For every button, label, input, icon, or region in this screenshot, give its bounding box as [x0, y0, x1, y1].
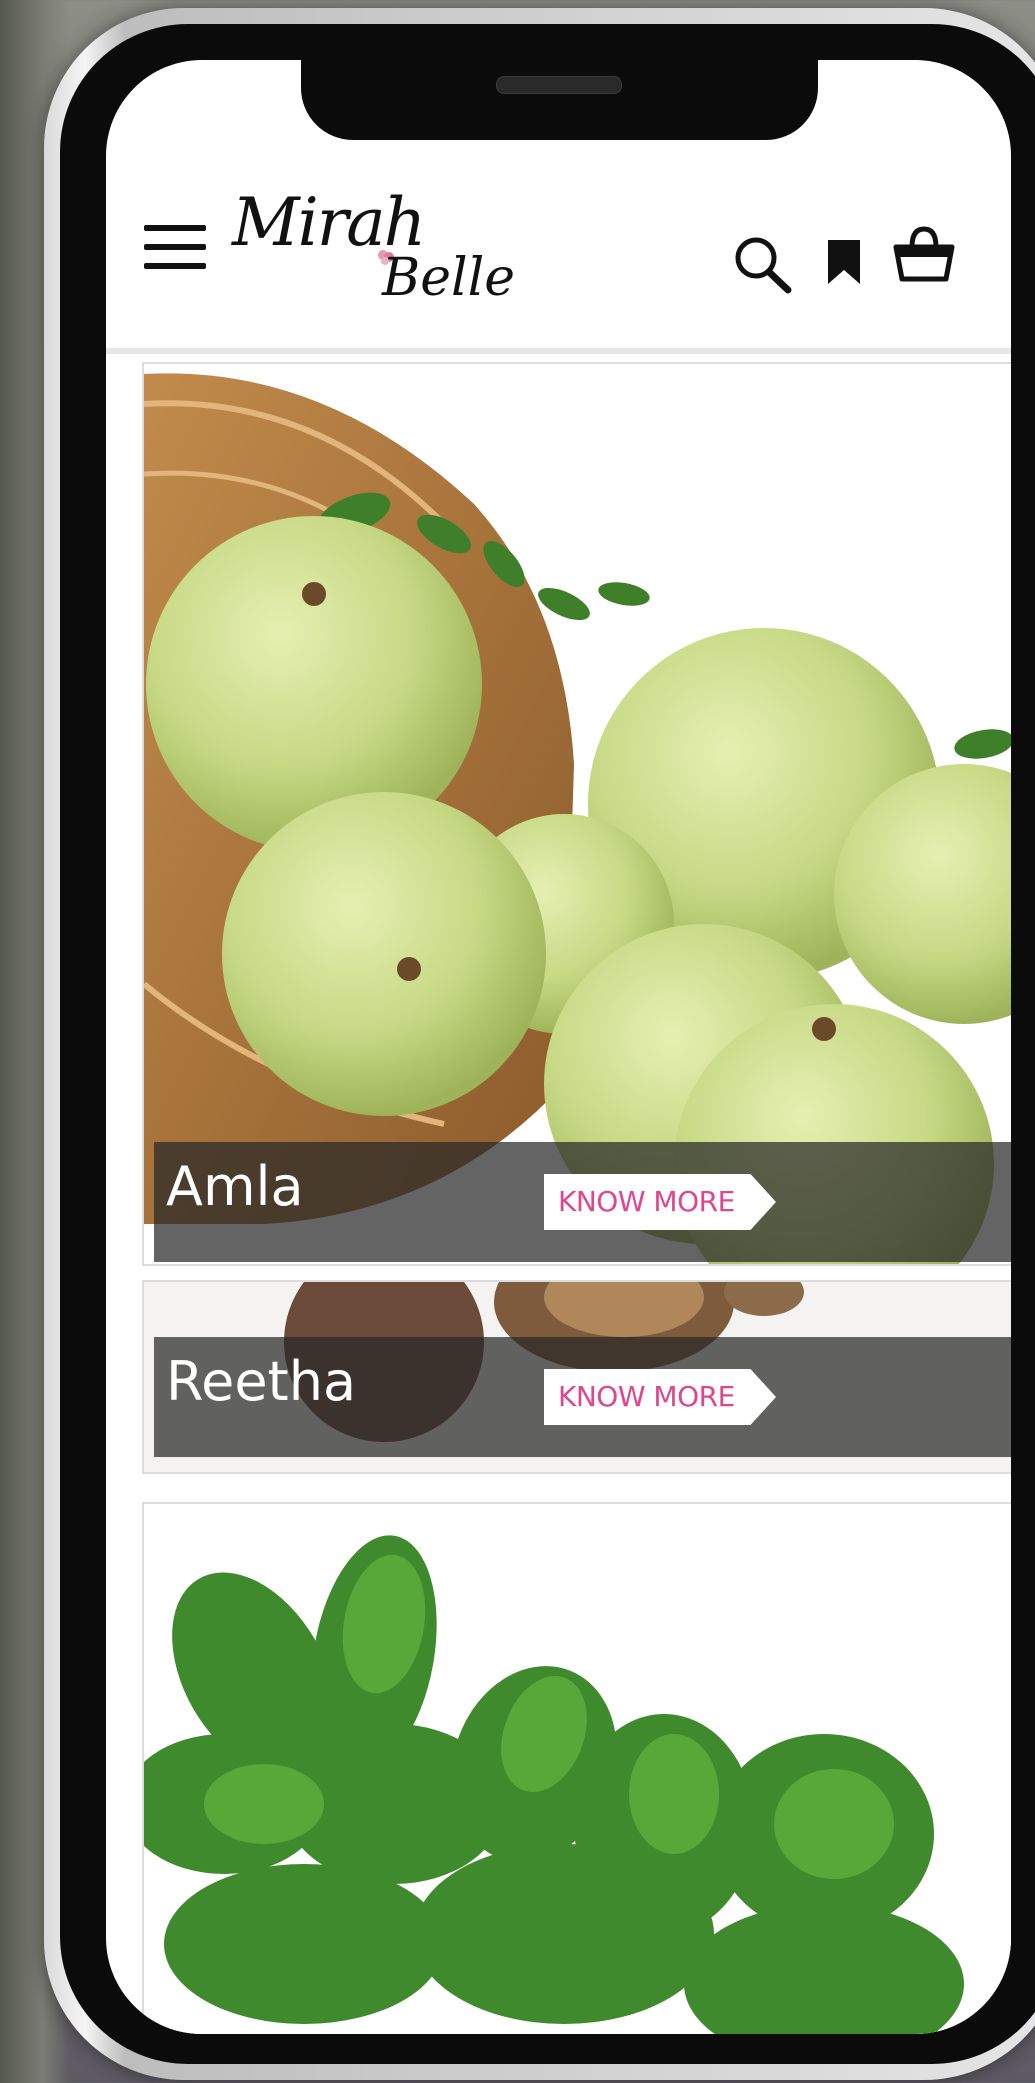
- product-card-basil[interactable]: [142, 1502, 1011, 2034]
- product-card-reetha[interactable]: Reetha KNOW MORE: [142, 1280, 1011, 1474]
- product-title-amla: Amla: [166, 1155, 304, 1218]
- amla-photo: [144, 364, 1011, 1264]
- basil-photo: [144, 1504, 1011, 2034]
- shopping-bag-icon[interactable]: [892, 225, 956, 283]
- header-divider: [106, 348, 1011, 354]
- product-card-amla[interactable]: Amla KNOW MORE: [142, 362, 1011, 1266]
- app-screen: Mirah Belle Amla KNOW MORE Reetha KNOW M…: [106, 60, 1011, 2034]
- bookmark-icon[interactable]: [824, 238, 864, 286]
- phone-notch: [301, 60, 818, 140]
- brand-logo-line2: Belle: [382, 248, 516, 308]
- product-title-reetha: Reetha: [166, 1350, 357, 1413]
- speaker-grille: [496, 76, 622, 94]
- brand-logo-line1: Mirah: [232, 184, 426, 261]
- caption-bar: Reetha KNOW MORE: [154, 1337, 1011, 1457]
- caption-bar: Amla KNOW MORE: [154, 1142, 1011, 1262]
- know-more-button-amla[interactable]: KNOW MORE: [544, 1174, 776, 1230]
- brand-logo[interactable]: Mirah Belle: [232, 190, 522, 320]
- hamburger-icon[interactable]: [144, 225, 206, 273]
- search-icon[interactable]: [730, 232, 796, 298]
- know-more-button-reetha[interactable]: KNOW MORE: [544, 1369, 776, 1425]
